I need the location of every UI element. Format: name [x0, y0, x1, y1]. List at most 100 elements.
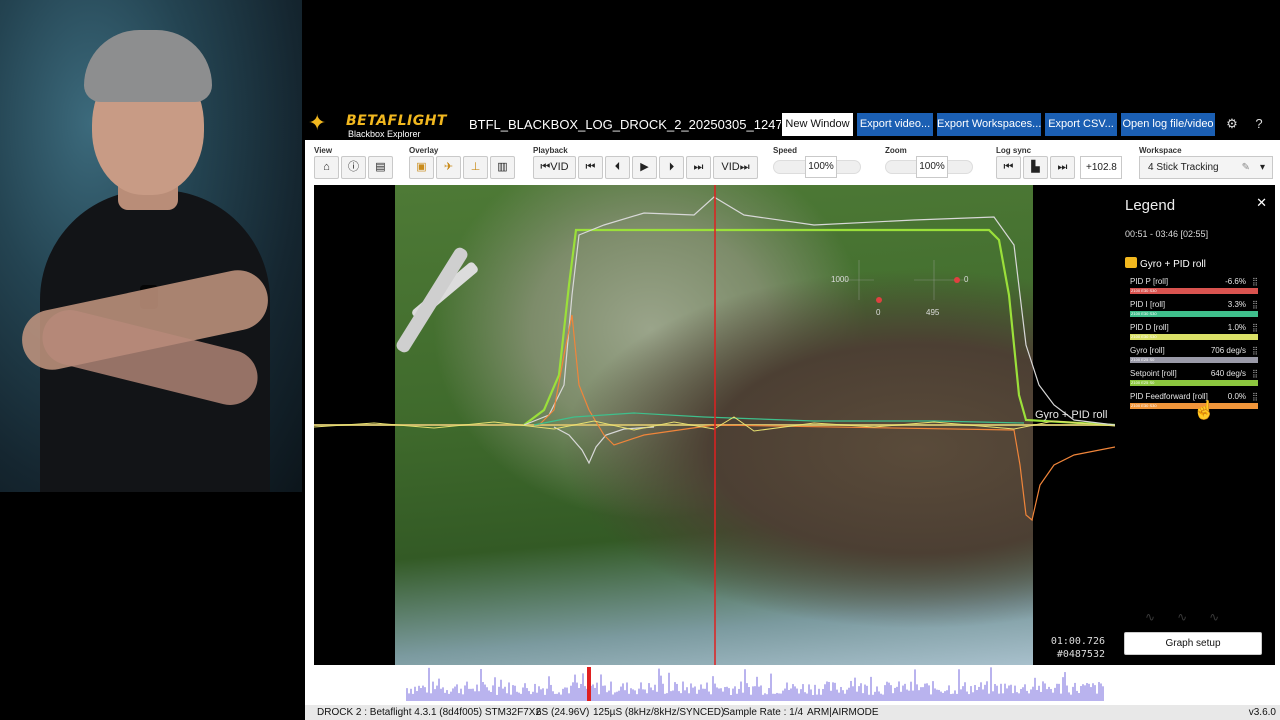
gyro-trace	[523, 196, 1115, 426]
legend-row[interactable]: PID I [roll] 3.3% ⣿ Z100 E30 S30	[1130, 300, 1258, 320]
step-forward-button[interactable]: ⏵	[659, 156, 684, 179]
step-forward-icon: ⏵	[668, 161, 675, 173]
legend-row-value: 706 deg/s	[1210, 346, 1246, 355]
skip-start-icon: ⏮	[1003, 161, 1014, 173]
legend-row-name: PID I [roll]	[1130, 300, 1166, 309]
spectrum-icon: ▥	[497, 161, 508, 173]
stick-right-bottom-label: 495	[926, 308, 940, 317]
open-log-button[interactable]: Open log file/video	[1121, 113, 1215, 136]
legend-row-value: 1.0%	[1227, 323, 1246, 332]
stick-left-bottom-label: 0	[876, 308, 881, 317]
close-icon[interactable]: ✕	[1256, 195, 1267, 211]
legend-row-color-bar: Z100 E25 S0	[1130, 357, 1258, 363]
status-bar: DROCK 2 : Betaflight 4.3.1 (8d4f005) STM…	[305, 705, 1280, 720]
wave-icon[interactable]: ∿	[1145, 610, 1177, 624]
align-icon: ▙	[1031, 161, 1040, 173]
sticks-overlay-button[interactable]: ⊥	[463, 156, 488, 179]
workspace-select[interactable]: 4 Stick Tracking ✎ ▾	[1139, 156, 1273, 179]
spectrum-icon[interactable]: ⣿	[1252, 346, 1258, 355]
sync-back-button[interactable]: ⏮	[996, 156, 1021, 179]
legend-row-value: 0.0%	[1227, 392, 1246, 401]
bee-logo-icon: ✦	[308, 110, 327, 135]
workspace-value: 4 Stick Tracking	[1148, 162, 1219, 173]
legend-row-value: 3.3%	[1227, 300, 1246, 309]
jump-end-button[interactable]: ⏭	[686, 156, 711, 179]
legend-time-range: 00:51 - 03:46 [02:55]	[1125, 229, 1209, 239]
craft-icon: ✈	[443, 161, 454, 173]
workspace-label: Workspace	[1139, 146, 1182, 155]
graph-setup-button[interactable]: Graph setup	[1124, 632, 1262, 655]
stick-right-dot	[954, 277, 960, 283]
toolbar: View ⌂ ⓘ ▤ Overlay ▣ ✈ ⊥ ▥ Playback ⏮VID…	[305, 140, 1280, 186]
legend-row-color-bar: Z100 E30 S30	[1130, 311, 1258, 317]
vid-back-label: VID	[550, 161, 569, 173]
craft-info: DROCK 2 : Betaflight 4.3.1 (8d4f005) STM…	[317, 707, 541, 718]
spectrum-icon[interactable]: ⣿	[1252, 369, 1258, 378]
chevron-down-icon[interactable]: ▾	[1260, 157, 1265, 178]
legend-row-value: -6.6%	[1225, 277, 1246, 286]
playback-label: Playback	[533, 146, 568, 155]
legend-row[interactable]: Setpoint [roll] 640 deg/s ⣿ Z100 E25 S0	[1130, 369, 1258, 389]
legend-row[interactable]: Gyro [roll] 706 deg/s ⣿ Z100 E25 S0	[1130, 346, 1258, 366]
zoom-label: Zoom	[885, 146, 907, 155]
stick-left-dot	[876, 297, 882, 303]
sample-rate-info: Sample Rate : 1/4	[723, 707, 804, 718]
home-icon: ⌂	[323, 161, 330, 173]
spectrum-icon[interactable]: ⣿	[1252, 300, 1258, 309]
export-workspaces-button[interactable]: Export Workspaces...	[937, 113, 1041, 136]
legend-row[interactable]: PID P [roll] -6.6% ⣿ Z100 E30 S30	[1130, 277, 1258, 297]
play-button[interactable]: ▶	[632, 156, 657, 179]
export-csv-button[interactable]: Export CSV...	[1045, 113, 1117, 136]
craft-overlay-button[interactable]: ✈	[436, 156, 461, 179]
table-button[interactable]: ▤	[368, 156, 393, 179]
spectrum-icon[interactable]: ⣿	[1252, 323, 1258, 332]
legend-group[interactable]: Gyro + PID roll	[1125, 257, 1206, 270]
current-frame: #0487532	[1056, 649, 1105, 660]
info-button[interactable]: ⓘ	[341, 156, 366, 179]
time-readout: 01:00.726 #0487532	[1051, 635, 1105, 661]
vid-jump-forward-button[interactable]: VID⏭	[713, 156, 758, 179]
help-icon[interactable]: ?	[1251, 116, 1267, 132]
graph-traces	[314, 185, 1115, 665]
blackbox-explorer-window: ✦ BETAFLIGHT Blackbox Explorer BTFL_BLAC…	[305, 108, 1280, 720]
vid-jump-back-button[interactable]: ⏮VID	[533, 156, 576, 179]
edit-icon[interactable]: ✎	[1242, 157, 1250, 178]
table-icon: ▤	[375, 161, 386, 173]
setpoint-trace	[523, 228, 1115, 427]
seek-activity	[406, 667, 1104, 701]
gear-icon[interactable]: ⚙	[1224, 116, 1240, 132]
wave-icon[interactable]: ∿	[1209, 610, 1241, 624]
legend-row[interactable]: PID D [roll] 1.0% ⣿ Z100 E30 S30	[1130, 323, 1258, 343]
step-back-button[interactable]: ⏴	[605, 156, 630, 179]
spectrum-icon[interactable]: ⣿	[1252, 277, 1258, 286]
wave-icon[interactable]: ∿	[1177, 610, 1209, 624]
export-video-button[interactable]: Export video...	[857, 113, 933, 136]
zoom-value[interactable]: 100%	[916, 156, 948, 178]
speed-value[interactable]: 100%	[805, 156, 837, 178]
stick-right-top-label: 0	[964, 275, 969, 284]
new-window-button[interactable]: New Window	[782, 113, 853, 136]
jump-start-button[interactable]: ⏮	[578, 156, 603, 179]
legend-row-color-bar: Z100 E25 S0	[1130, 380, 1258, 386]
jump-forward-icon: ⏭	[739, 161, 750, 173]
graph-canvas[interactable]: 1000 0 0 495 Gyro + PID roll 01:00.726 #…	[314, 185, 1115, 665]
play-icon: ▶	[640, 161, 649, 173]
legend-title: Legend	[1125, 197, 1176, 214]
legend-row-name: Setpoint [roll]	[1130, 369, 1177, 378]
seek-bar[interactable]	[314, 665, 1115, 705]
skip-end-icon: ⏭	[693, 161, 704, 173]
sync-align-button[interactable]: ▙	[1023, 156, 1048, 179]
app-logo: ✦ BETAFLIGHT Blackbox Explorer	[308, 110, 448, 139]
skip-end-icon: ⏭	[1057, 161, 1068, 173]
home-button[interactable]: ⌂	[314, 156, 339, 179]
video-overlay-button[interactable]: ▣	[409, 156, 434, 179]
sync-offset-input[interactable]: +102.8	[1080, 156, 1122, 179]
brand-name: BETAFLIGHT	[346, 113, 447, 129]
film-icon: ▣	[416, 161, 427, 173]
analyser-button[interactable]: ▥	[490, 156, 515, 179]
spectrum-icon[interactable]: ⣿	[1252, 392, 1258, 401]
stick-left-top-label: 1000	[831, 275, 849, 284]
sticks-icon: ⊥	[470, 161, 481, 173]
loop-info: 125µS (8kHz/8kHz/SYNCED)	[593, 707, 725, 718]
sync-forward-button[interactable]: ⏭	[1050, 156, 1075, 179]
